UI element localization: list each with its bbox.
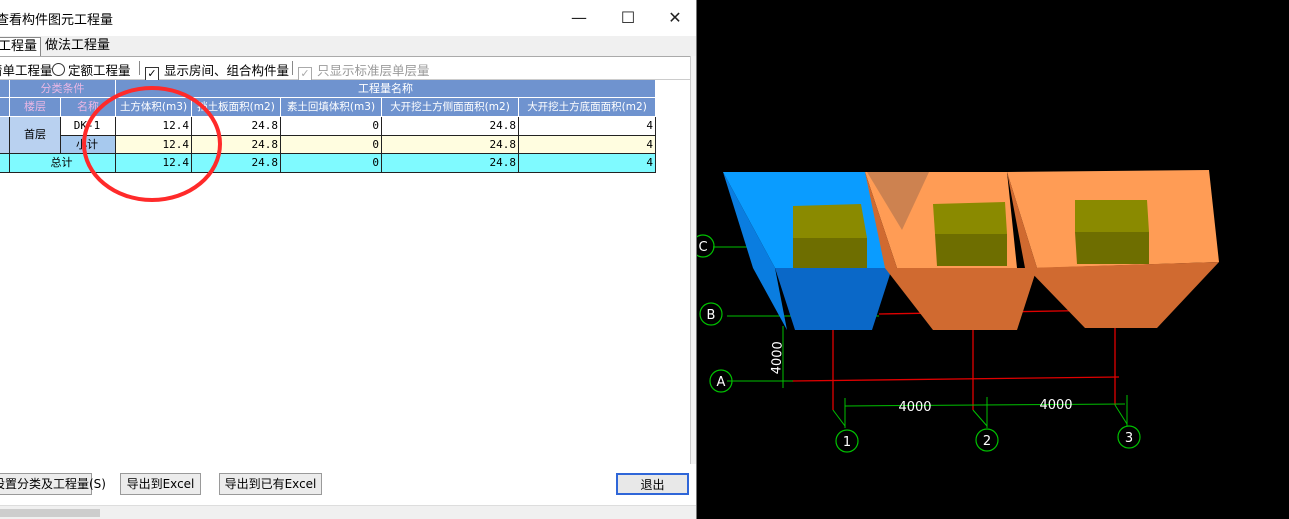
horizontal-scrollbar[interactable]: [0, 505, 696, 519]
axis-label-2: 2: [983, 434, 991, 449]
dimension-span-1: 4000: [898, 400, 931, 415]
column-header-backfill-volume[interactable]: 素土回填体积(m3): [281, 98, 382, 117]
radio-quota-label: 定额工程量: [68, 63, 131, 78]
export-excel-button[interactable]: 导出到Excel: [120, 473, 201, 495]
maximize-button[interactable]: ☐: [614, 6, 642, 30]
radio-quota-quantity[interactable]: 定额工程量: [52, 60, 131, 79]
total-value-cell[interactable]: 4: [519, 154, 656, 173]
axis-label-c: C: [698, 240, 707, 255]
vertical-scrollbar[interactable]: [690, 56, 696, 464]
dimension-span-2: 4000: [1039, 398, 1072, 413]
radio-list-quantity[interactable]: 清单工程量: [0, 60, 53, 79]
title-bar: 查看构件图元工程量 — ☐ ✕: [0, 0, 696, 36]
total-value-cell[interactable]: 0: [281, 154, 382, 173]
value-cell[interactable]: 24.8: [382, 136, 519, 154]
row-header-corner: [0, 80, 10, 98]
scrollbar-thumb[interactable]: [0, 509, 100, 517]
dimension-vertical: 4000: [769, 341, 786, 375]
axis-label-b: B: [707, 308, 716, 323]
set-category-button[interactable]: 设置分类及工程量(S): [0, 473, 106, 495]
value-cell[interactable]: 4: [519, 117, 656, 136]
radio-circle-icon: [52, 63, 65, 76]
value-cell[interactable]: 4: [519, 136, 656, 154]
column-header-side-area[interactable]: 大开挖土方侧面面积(m2): [382, 98, 519, 117]
options-divider: [292, 61, 293, 75]
axis-bubble-c: C: [697, 234, 715, 258]
group-header-quantity: 工程量名称: [116, 80, 656, 98]
column-header-bottom-area[interactable]: 大开挖土方底面面积(m2): [519, 98, 656, 117]
foundation-block-3: [1075, 200, 1149, 264]
axis-bubble-1: 1: [835, 429, 859, 453]
axis-label-1: 1: [843, 435, 851, 450]
value-cell[interactable]: 24.8: [382, 117, 519, 136]
export-existing-excel-button[interactable]: 导出到已有Excel: [219, 473, 322, 495]
check-show-room-label: 显示房间、组合构件量: [164, 63, 290, 78]
foundation-block-1: [793, 204, 867, 268]
floor-cell[interactable]: 首层: [10, 117, 61, 154]
value-cell[interactable]: 0: [281, 117, 382, 136]
tab-bar: 工程量 做法工程量: [0, 36, 696, 57]
checkbox-checked-icon: ✓: [298, 67, 312, 81]
cad-3d-viewport[interactable]: C B A 1 2 3 4000 4000 4000: [697, 0, 1289, 519]
foundation-block-2: [933, 202, 1007, 266]
exit-button[interactable]: 退出: [616, 473, 689, 495]
axis-label-a: A: [717, 375, 726, 390]
quantity-dialog: 查看构件图元工程量 — ☐ ✕ 工程量 做法工程量 清单工程量 定额工程量 ✓ 显…: [0, 0, 697, 519]
tab-method-quantity[interactable]: 做法工程量: [42, 37, 113, 55]
options-divider: [139, 61, 140, 75]
axis-bubble-b: B: [699, 302, 723, 326]
options-bar: 清单工程量 定额工程量 ✓ 显示房间、组合构件量 ✓ 只显示标准层单层量: [0, 57, 696, 81]
close-button[interactable]: ✕: [661, 6, 689, 30]
axis-label-3: 3: [1125, 431, 1133, 446]
value-cell[interactable]: 0: [281, 136, 382, 154]
row-header[interactable]: [0, 117, 10, 154]
radio-list-label: 清单工程量: [0, 63, 53, 78]
checkbox-checked-icon: ✓: [145, 67, 159, 81]
axis-bubble-3: 3: [1117, 425, 1141, 449]
total-value-cell[interactable]: 24.8: [382, 154, 519, 173]
group-header-category: 分类条件: [10, 80, 116, 98]
window-title: 查看构件图元工程量: [0, 13, 114, 28]
tab-quantity[interactable]: 工程量: [0, 37, 42, 56]
check-standard-floor-label: 只显示标准层单层量: [317, 63, 430, 78]
axis-bubble-2: 2: [975, 428, 999, 452]
check-show-room[interactable]: ✓ 显示房间、组合构件量: [145, 60, 289, 81]
row-header-corner: [0, 98, 10, 117]
red-highlight-circle: [82, 86, 222, 202]
row-header[interactable]: [0, 154, 10, 173]
check-standard-floor[interactable]: ✓ 只显示标准层单层量: [298, 60, 430, 81]
column-header-floor[interactable]: 楼层: [10, 98, 61, 117]
minimize-button[interactable]: —: [565, 6, 593, 30]
